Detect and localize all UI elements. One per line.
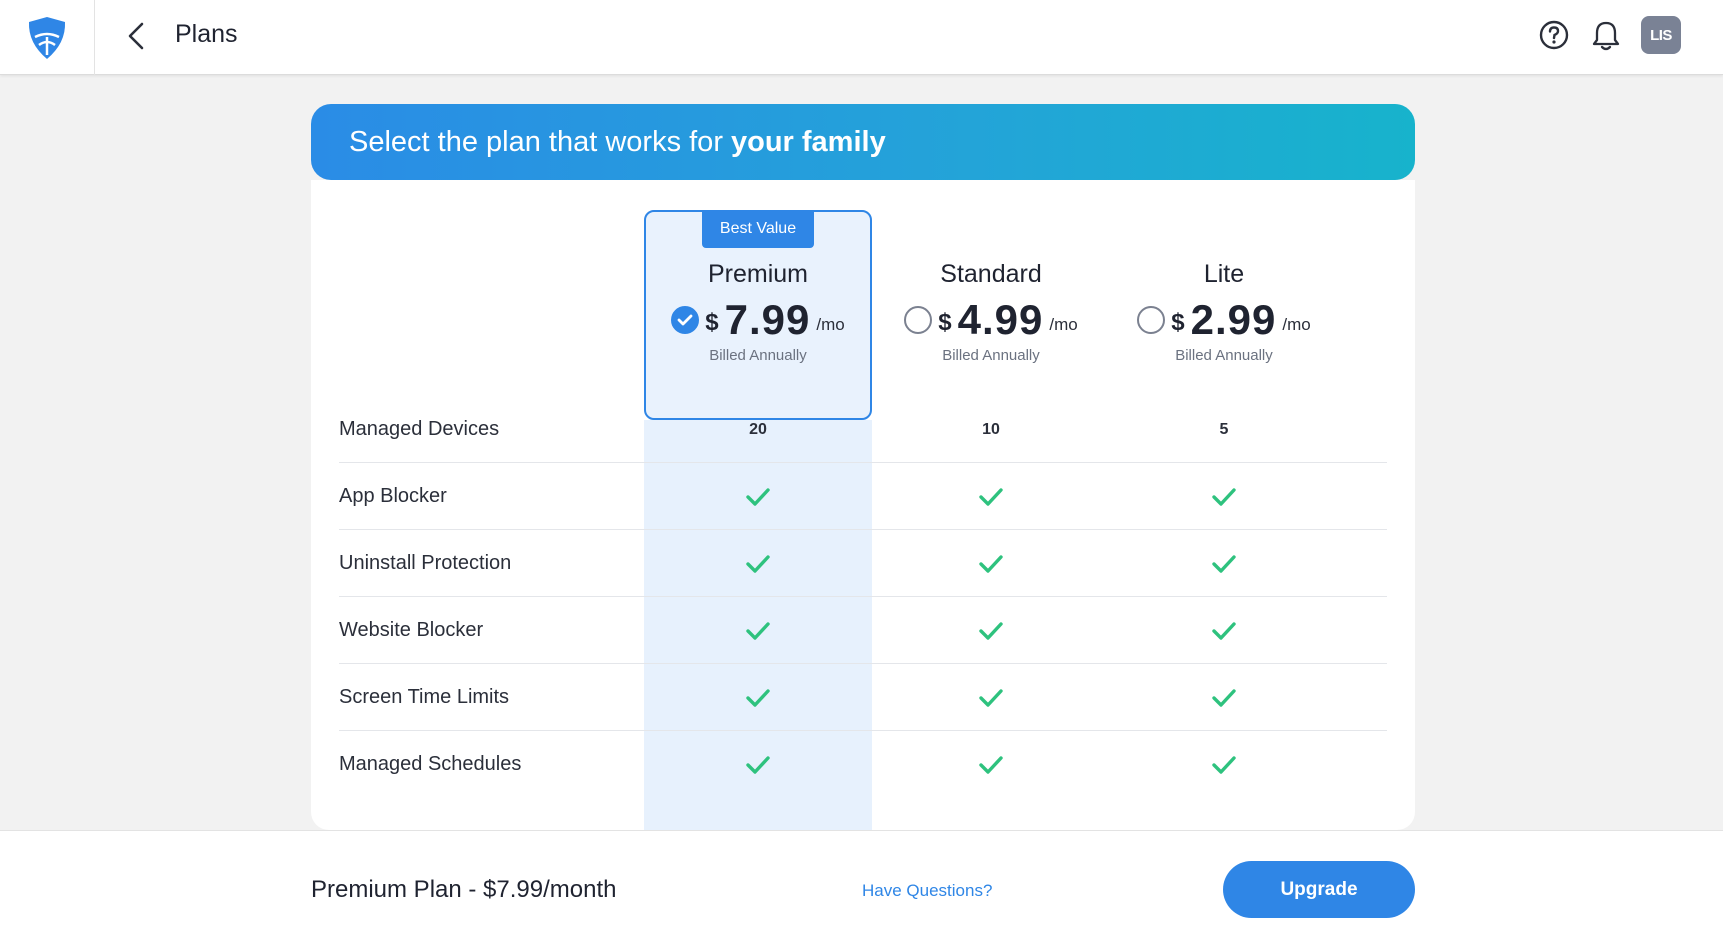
plan-lite[interactable]: Lite $ 2.99 /mo Billed Annually [1110,260,1338,364]
help-button[interactable] [1537,16,1571,54]
billing-note: Billed Annually [942,347,1040,364]
hero-text: Select the plan that works for [349,125,723,158]
chevron-left-icon [128,22,144,50]
check-icon [644,463,872,530]
check-icon [644,530,872,597]
price-amount: 4.99 [957,296,1044,343]
hero-banner: Select the plan that works for your fami… [311,104,1415,180]
check-icon [877,731,1105,798]
footer-bar: Premium Plan - $7.99/month Have Question… [0,830,1723,947]
plan-name: Premium [707,260,808,288]
feature-value: 10 [982,420,1000,438]
notifications-button[interactable] [1589,16,1623,54]
feature-label: Uninstall Protection [339,552,512,574]
billing-note: Billed Annually [1175,347,1273,364]
have-questions-link[interactable]: Have Questions? [862,881,992,901]
plan-premium[interactable]: Premium $ 7.99 /mo Billed Annually [644,260,872,364]
price-amount: 2.99 [1190,296,1277,343]
check-icon [1110,731,1338,798]
app-logo[interactable] [0,0,95,75]
feature-row: Screen Time Limits [339,664,1387,731]
plan-comparison-card: Best Value Premium $ 7.99 /mo Billed Ann… [311,180,1415,830]
back-button[interactable] [120,18,152,54]
feature-row: Managed Schedules [339,731,1387,798]
plan-radio-lite[interactable] [1137,306,1166,334]
check-icon [1110,597,1338,664]
price-currency: $ [1171,309,1185,336]
best-value-badge: Best Value [702,210,814,248]
feature-label: Screen Time Limits [339,686,510,708]
bell-icon [1592,21,1620,51]
upgrade-button[interactable]: Upgrade [1223,861,1415,918]
check-icon [1110,664,1338,731]
check-icon [1110,530,1338,597]
selected-plan-summary: Premium Plan - $7.99/month [311,876,617,903]
check-icon [644,731,872,798]
feature-label: Website Blocker [339,619,484,641]
plan-name: Standard [940,260,1042,288]
check-icon [877,463,1105,530]
price-period: /mo [1282,315,1311,334]
check-icon [644,597,872,664]
check-icon [644,664,872,731]
check-icon [877,597,1105,664]
user-avatar[interactable]: LIS [1641,16,1681,54]
help-icon [1539,20,1569,50]
page-title: Plans [175,20,238,48]
price-currency: $ [938,309,952,336]
plan-standard[interactable]: Standard $ 4.99 /mo Billed Annually [877,260,1105,364]
hero-text-bold: your family [730,125,886,158]
shield-logo-icon [28,16,66,59]
price-period: /mo [1049,315,1078,334]
billing-note: Billed Annually [709,347,807,364]
plan-name: Lite [1203,260,1245,288]
top-bar: Plans LIS [0,0,1723,75]
feature-label: App Blocker [339,485,447,507]
check-icon [877,664,1105,731]
plan-radio-premium[interactable] [671,306,700,334]
feature-label: Managed Schedules [339,753,522,775]
feature-row: App Blocker [339,463,1387,530]
feature-row: Managed Devices 20 10 5 [339,396,1387,463]
feature-value: 20 [749,420,767,438]
price-amount: 7.99 [724,296,811,343]
feature-row: Uninstall Protection [339,530,1387,597]
check-icon [877,530,1105,597]
feature-label: Managed Devices [339,418,500,440]
checkmark-icon [677,314,693,326]
price-currency: $ [705,309,719,336]
feature-row: Website Blocker [339,597,1387,664]
feature-value: 5 [1219,420,1229,438]
price-period: /mo [816,315,845,334]
check-icon [1110,463,1338,530]
plan-radio-standard[interactable] [904,306,933,334]
